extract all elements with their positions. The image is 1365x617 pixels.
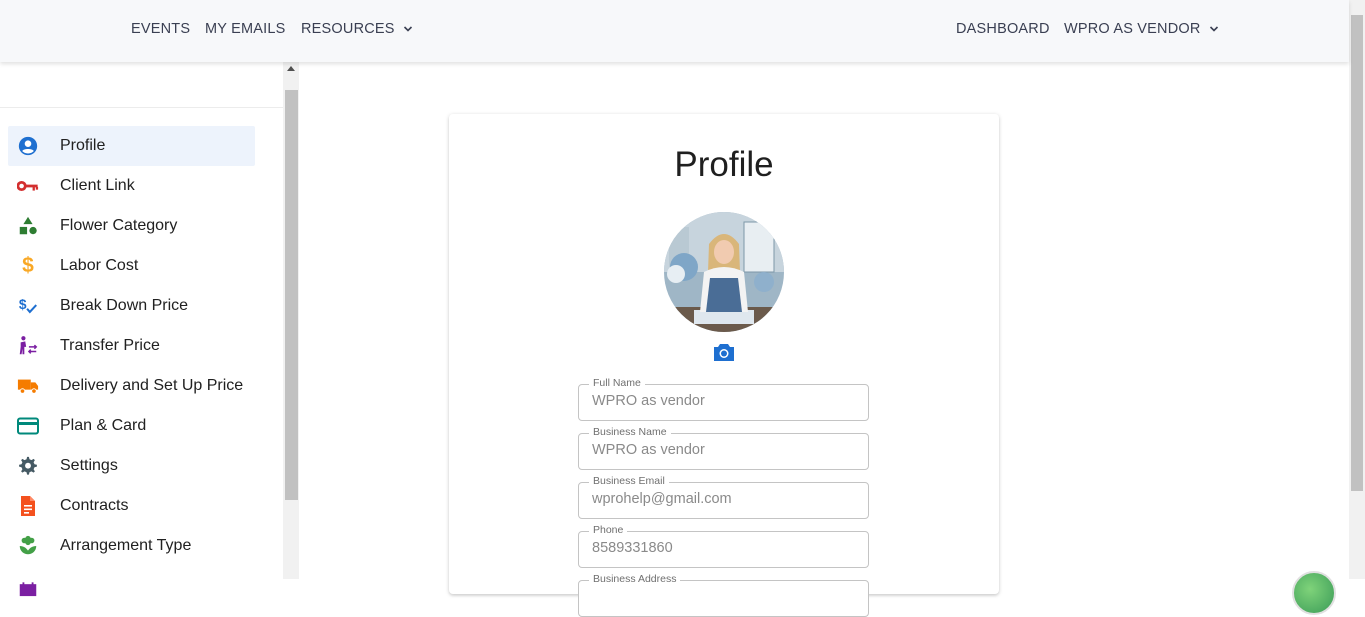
chevron-down-icon (403, 26, 412, 32)
sidebar-scrollbar-thumb[interactable] (285, 90, 298, 500)
sidebar-item-client-link[interactable]: Client Link (8, 166, 255, 206)
full-name-label: Full Name (589, 377, 645, 389)
sidebar-item-label: Flower Category (60, 217, 178, 234)
sidebar-item-label: Profile (60, 137, 106, 154)
chevron-down-icon (1209, 26, 1218, 32)
nav-resources-label: RESOURCES (301, 21, 395, 37)
page-scrollbar-thumb[interactable] (1351, 15, 1363, 491)
business-email-input[interactable] (592, 491, 852, 507)
full-name-input[interactable] (592, 393, 852, 409)
sidebar-item-arrangement-type[interactable]: Arrangement Type (8, 526, 255, 566)
document-icon (17, 495, 39, 517)
sidebar-item-break-down-price[interactable]: $ Break Down Price (8, 286, 255, 326)
sidebar-item-label: Labor Cost (60, 257, 139, 274)
credit-card-icon (17, 415, 39, 437)
svg-text:$: $ (19, 297, 27, 312)
phone-label: Phone (589, 524, 628, 536)
dollar-icon: $ (22, 254, 34, 277)
sidebar-item-settings[interactable]: Settings (8, 446, 255, 486)
sidebar-item-profile[interactable]: Profile (8, 126, 255, 166)
page-title: Profile (674, 145, 774, 184)
sidebar-item-contracts[interactable]: Contracts (8, 486, 255, 526)
nav-events[interactable]: EVENTS (131, 21, 190, 37)
sidebar-item-delivery-setup-price[interactable]: Delivery and Set Up Price (8, 366, 255, 406)
business-email-label: Business Email (589, 475, 669, 487)
sidebar-item-transfer-price[interactable]: Transfer Price (8, 326, 255, 366)
chat-bubble-button[interactable] (1292, 571, 1336, 615)
calendar-icon (17, 575, 39, 597)
price-check-icon: $ (17, 295, 39, 317)
business-address-field[interactable]: Business Address (578, 573, 869, 617)
sidebar-item-flower-category[interactable]: Flower Category (8, 206, 255, 246)
business-email-field[interactable]: Business Email (578, 475, 869, 519)
sidebar-item-calendar[interactable] (8, 566, 255, 606)
business-name-field[interactable]: Business Name (578, 426, 869, 470)
gear-icon (17, 455, 39, 477)
key-icon (17, 175, 39, 197)
nav-dashboard[interactable]: DASHBOARD (956, 21, 1050, 37)
phone-input[interactable] (592, 540, 852, 556)
sidebar-item-label: Break Down Price (60, 297, 189, 314)
sidebar-item-label: Transfer Price (60, 337, 160, 354)
camera-icon[interactable] (713, 342, 735, 362)
nav-my-emails[interactable]: MY EMAILS (205, 21, 286, 37)
phone-field[interactable]: Phone (578, 524, 869, 568)
sidebar-item-labor-cost[interactable]: $ Labor Cost (8, 246, 255, 286)
full-name-field[interactable]: Full Name (578, 377, 869, 421)
business-address-label: Business Address (589, 573, 681, 585)
top-navbar: EVENTS MY EMAILS RESOURCES DASHBOARD WPR… (0, 0, 1349, 62)
sidebar-item-label: Contracts (60, 497, 129, 514)
account-circle-icon (17, 135, 39, 157)
nav-account-label: WPRO AS VENDOR (1064, 21, 1201, 37)
truck-icon (17, 375, 39, 397)
sidebar-item-label: Arrangement Type (60, 537, 192, 554)
scroll-up-arrow-icon[interactable] (287, 66, 295, 71)
category-shapes-icon (17, 215, 39, 237)
sidebar-divider (0, 107, 283, 108)
avatar (664, 212, 784, 332)
sidebar: Profile Client Link Flower Category $ La… (0, 62, 284, 597)
sidebar-item-plan-card[interactable]: Plan & Card (8, 406, 255, 446)
nav-account-menu[interactable]: WPRO AS VENDOR (1064, 21, 1219, 37)
flower-icon (17, 535, 39, 557)
sidebar-item-label: Plan & Card (60, 417, 147, 434)
business-name-label: Business Name (589, 426, 671, 438)
nav-resources[interactable]: RESOURCES (301, 21, 413, 37)
sidebar-item-label: Delivery and Set Up Price (60, 377, 244, 394)
sidebar-item-label: Settings (60, 457, 118, 474)
transfer-person-icon (17, 335, 39, 357)
sidebar-item-label: Client Link (60, 177, 135, 194)
business-name-input[interactable] (592, 442, 852, 458)
